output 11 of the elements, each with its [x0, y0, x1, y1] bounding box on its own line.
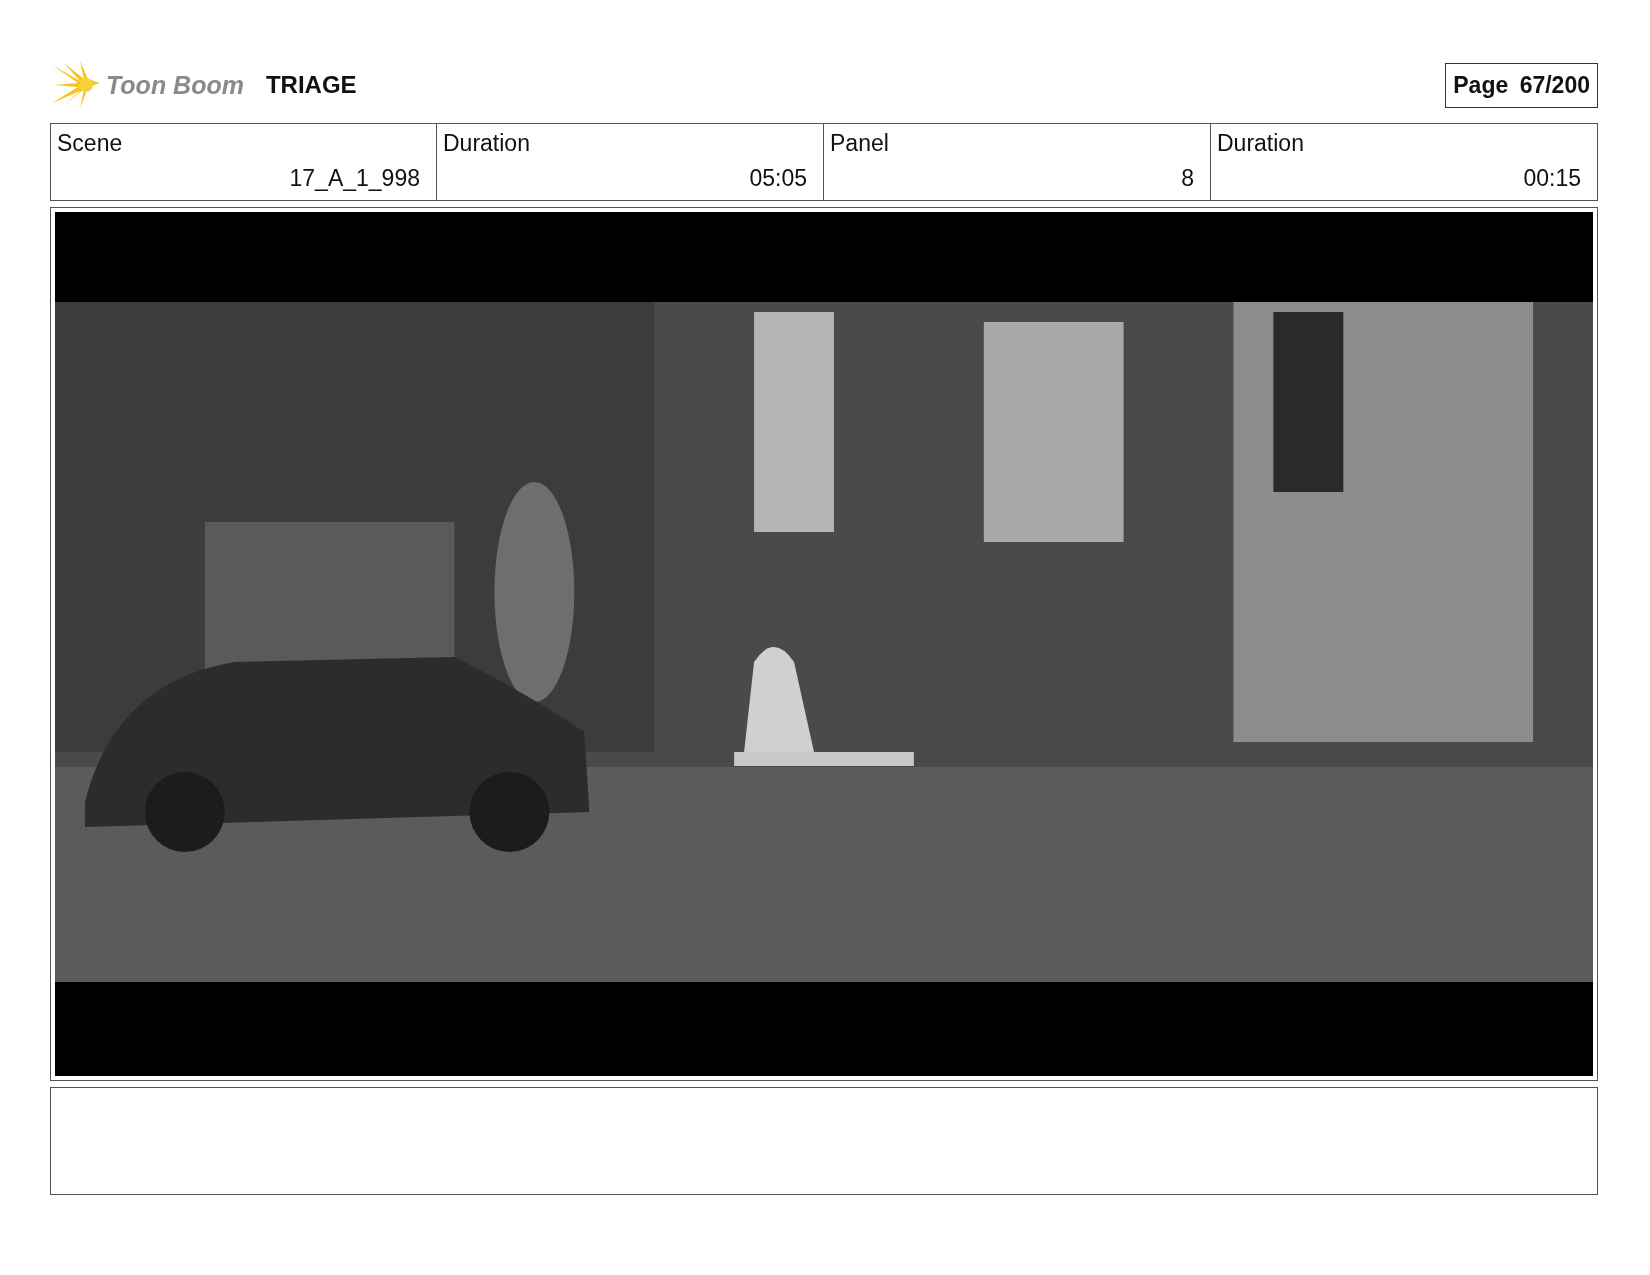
info-value: 05:05	[749, 165, 807, 192]
info-label: Scene	[57, 130, 124, 157]
info-value: 17_A_1_998	[289, 165, 420, 192]
info-value: 00:15	[1523, 165, 1581, 192]
logo-text: Toon Boom	[106, 70, 244, 100]
page-number: Page 67/200	[1445, 62, 1598, 108]
info-value: 8	[1181, 165, 1194, 192]
info-label: Duration	[1217, 130, 1305, 157]
info-label: Duration	[443, 130, 531, 157]
info-label: Panel	[830, 130, 890, 157]
project-title: TRIAGE	[265, 71, 357, 99]
